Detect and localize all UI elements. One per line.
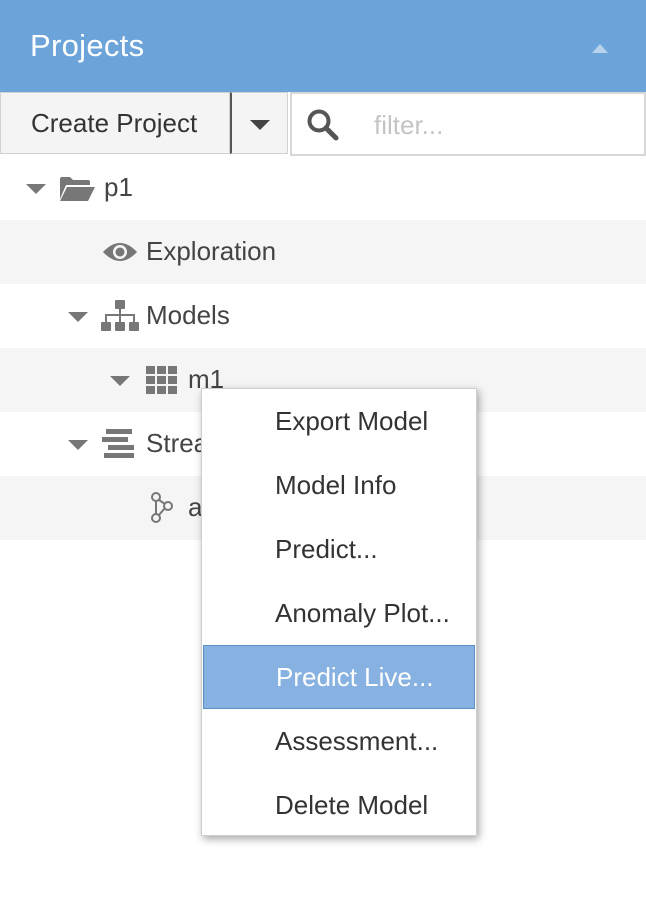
expand-toggle-icon[interactable] — [68, 312, 88, 322]
toolbar: Create Project — [0, 92, 646, 156]
expand-toggle-icon[interactable] — [110, 376, 130, 386]
menu-item-model-info[interactable]: Model Info — [202, 453, 476, 517]
expand-toggle-icon[interactable] — [68, 440, 88, 450]
search-icon — [307, 109, 339, 141]
tree-item-exploration[interactable]: Exploration — [0, 220, 646, 284]
tree-item-label: p1 — [104, 172, 133, 202]
collapse-chevron-up-icon[interactable] — [592, 44, 608, 53]
graph-icon — [151, 492, 173, 523]
create-project-button[interactable]: Create Project — [0, 92, 230, 154]
menu-item-predict[interactable]: Predict... — [202, 517, 476, 581]
projects-header: Projects — [0, 0, 646, 92]
filter-input[interactable] — [372, 104, 636, 146]
menu-item-predict-live[interactable]: Predict Live... — [203, 645, 475, 709]
tree-item-label: Models — [146, 300, 230, 330]
menu-item-assessment[interactable]: Assessment... — [202, 709, 476, 773]
sitemap-icon — [101, 300, 139, 331]
eye-icon — [103, 243, 137, 261]
grid-icon — [146, 366, 177, 394]
create-project-dropdown-button[interactable] — [230, 92, 288, 154]
filter-box — [290, 92, 646, 156]
stream-icon — [102, 429, 134, 458]
panel-title: Projects — [30, 28, 145, 63]
chevron-down-icon — [250, 120, 270, 130]
folder-open-icon — [60, 177, 95, 201]
menu-item-anomaly-plot[interactable]: Anomaly Plot... — [202, 581, 476, 645]
tree-item-label: Strea — [146, 428, 209, 458]
tree-item-models[interactable]: Models — [0, 284, 646, 348]
menu-item-export-model[interactable]: Export Model — [202, 389, 476, 453]
tree-item-label: Exploration — [146, 236, 277, 266]
menu-item-delete-model[interactable]: Delete Model — [202, 773, 476, 837]
expand-toggle-icon[interactable] — [26, 184, 46, 194]
model-context-menu: Export Model Model Info Predict... Anoma… — [201, 388, 477, 836]
tree-item-p1[interactable]: p1 — [0, 156, 646, 220]
